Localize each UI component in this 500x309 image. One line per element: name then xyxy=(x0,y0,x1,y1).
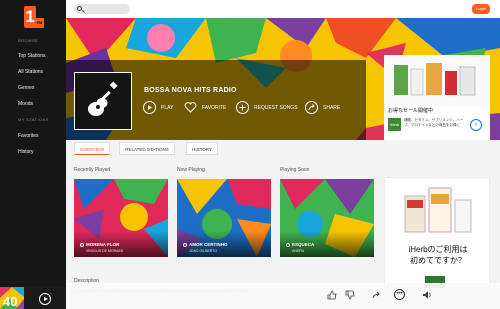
tab-related-stations[interactable]: RELATED STATIONS xyxy=(119,142,175,155)
sidebar-player-strip: 40 xyxy=(0,287,66,309)
ad-banner-side[interactable]: iHerbのご利用は 初めてですか？ xyxy=(384,177,490,297)
station-title: BOSSA NOVA HITS RADIO xyxy=(144,87,237,94)
ad-side-line1: iHerbのご利用は xyxy=(408,245,468,254)
tab-bar: OVERVIEW RELATED STATIONS HISTORY xyxy=(66,140,500,160)
favorite-label: FAVORITE xyxy=(202,105,227,111)
playing-soon-label: Playing Soon xyxy=(280,167,310,173)
mini-play-button[interactable] xyxy=(39,293,51,305)
heart-icon xyxy=(184,101,197,114)
song-artist: JOAO GILBERTO xyxy=(189,249,218,253)
play-label: PLAY xyxy=(161,105,174,111)
song-artist: VINICIUS DE MORAES xyxy=(86,249,124,253)
song-title: AMOR CERTINHO xyxy=(189,242,228,247)
ad-side-text: iHerbのご利用は 初めてですか？ xyxy=(391,244,485,266)
station-cover xyxy=(74,72,132,130)
song-artist: ANDRA xyxy=(292,249,305,253)
sidebar-item-top-stations[interactable]: Top Stations xyxy=(18,53,46,59)
play-icon xyxy=(183,243,187,247)
login-button[interactable]: Login xyxy=(472,4,490,14)
thumbs-down-icon[interactable] xyxy=(345,290,355,300)
browse-label: BROWSE xyxy=(18,38,39,43)
song-title: ESQUECA xyxy=(292,242,315,247)
play-icon xyxy=(80,243,84,247)
logo-fm: FM xyxy=(35,18,44,28)
sidebar-item-all-stations[interactable]: All Stations xyxy=(18,69,43,75)
sidebar-item-genres[interactable]: Genres xyxy=(18,85,34,91)
share-label: SHARE xyxy=(323,105,341,111)
player-bar: ••• xyxy=(66,283,500,309)
song-card-soon[interactable]: ESQUECA ANDRA xyxy=(280,179,374,257)
ad-banner-top[interactable]: お得なセール開催中 iHerb 通販、ビタミン、サプリメント、ハーブ、プロテイン… xyxy=(384,55,490,140)
sidebar-item-moods[interactable]: Moods xyxy=(18,101,33,107)
ad-products-image xyxy=(384,55,490,105)
volume-icon[interactable] xyxy=(422,290,432,300)
request-label: REQUEST SONGS xyxy=(254,105,298,111)
ad-brand-logo: iHerb xyxy=(388,118,401,131)
ad-side-products xyxy=(385,178,489,240)
song-title: MORENA FLOR xyxy=(86,242,120,247)
thumbs-up-icon[interactable] xyxy=(327,290,337,300)
song-card-now[interactable]: AMOR CERTINHO JOAO GILBERTO xyxy=(177,179,271,257)
recently-played-label: Recently Played xyxy=(74,167,111,173)
share-icon xyxy=(305,101,318,114)
sidebar-item-favorites[interactable]: Favorites xyxy=(18,133,39,139)
ad-body: 通販、ビタミン、サプリメント、ハーブ、プロテインなどの商品をお得に xyxy=(404,118,464,127)
play-icon xyxy=(286,243,290,247)
logo[interactable]: 1 FM xyxy=(24,6,44,30)
song-card-recent[interactable]: MORENA FLOR VINICIUS DE MORAES xyxy=(74,179,168,257)
sidebar-item-history[interactable]: History xyxy=(18,149,34,155)
sidebar: 1 FM BROWSE Top Stations All Stations Ge… xyxy=(0,0,66,309)
now-playing-label: Now Playing xyxy=(177,167,205,173)
top-bar: Login xyxy=(66,0,500,18)
app-root: 1 FM BROWSE Top Stations All Stations Ge… xyxy=(0,0,500,309)
tab-overview[interactable]: OVERVIEW xyxy=(74,142,110,155)
play-icon xyxy=(143,101,156,114)
chevron-right-icon[interactable]: › xyxy=(470,119,482,131)
share-icon[interactable] xyxy=(371,290,381,300)
ad-headline: お得なセール開催中 xyxy=(388,108,434,114)
more-icon[interactable]: ••• xyxy=(394,289,405,300)
station-hero: BOSSA NOVA HITS RADIO PLAY FAVORITE REQU… xyxy=(66,18,500,140)
my-stations-label: MY STATIONS xyxy=(18,117,49,122)
search-icon xyxy=(77,6,82,11)
plus-icon xyxy=(236,101,249,114)
top40-badge[interactable]: 40 xyxy=(0,287,24,309)
badge-text: 40 xyxy=(3,294,18,309)
guitar-icon xyxy=(88,81,118,116)
search-input[interactable] xyxy=(74,4,130,14)
tab-history[interactable]: HISTORY xyxy=(186,142,218,155)
ad-side-line2: 初めてですか？ xyxy=(410,256,466,265)
